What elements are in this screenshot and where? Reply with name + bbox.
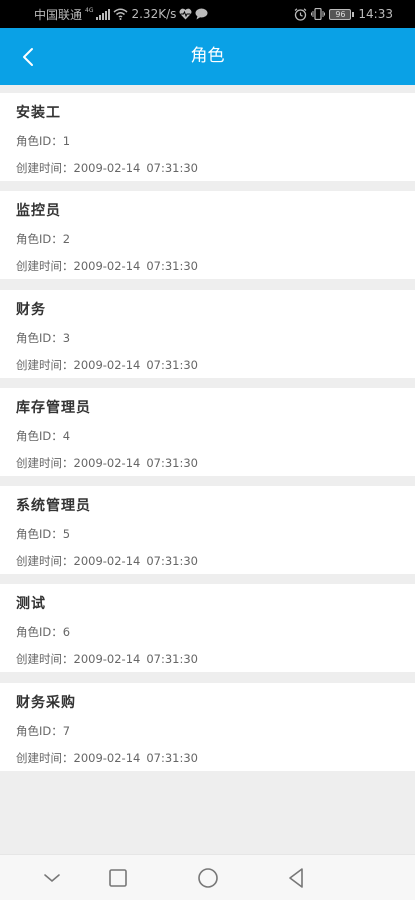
role-id-label: 角色ID： <box>16 232 63 247</box>
created-time-label: 创建时间： <box>16 455 74 470</box>
created-time-label: 创建时间： <box>16 259 74 274</box>
role-created-time: 创建时间：2009-02-14 07:31:30 <box>16 651 198 667</box>
role-id-label: 角色ID： <box>16 134 63 148</box>
role-name: 财务 <box>16 301 46 318</box>
role-name: 安装工 <box>16 105 61 121</box>
nav-home-button[interactable] <box>195 865 221 891</box>
created-clock-value: 07:31:30 <box>146 259 198 274</box>
created-time-label: 创建时间： <box>16 750 74 765</box>
vibrate-icon <box>311 8 326 20</box>
chevron-left-icon <box>21 47 35 67</box>
role-id-value: 5 <box>62 527 71 542</box>
created-clock-value: 07:31:30 <box>146 455 198 470</box>
nav-collapse-button[interactable] <box>39 865 65 891</box>
role-name: 监控员 <box>16 203 61 220</box>
battery-level: 96 <box>329 8 352 20</box>
role-id-value: 4 <box>62 428 71 443</box>
role-name: 财务采购 <box>16 694 76 711</box>
health-heart-icon <box>179 8 192 20</box>
wifi-icon <box>113 8 128 20</box>
system-nav-bar <box>0 854 415 900</box>
status-left: 中国联通 4G 2.32K/s <box>34 0 208 28</box>
role-id-label: 角色ID： <box>16 330 63 345</box>
created-date-value: 2009-02-14 <box>73 455 141 470</box>
created-date-value: 2009-02-14 <box>73 652 141 667</box>
role-created-time: 创建时间：2009-02-14 07:31:30 <box>16 160 198 176</box>
role-created-time: 创建时间：2009-02-14 07:31:30 <box>16 357 198 373</box>
page-title: 角色 <box>190 46 225 66</box>
role-card[interactable]: 系统管理员 角色ID：5 创建时间：2009-02-14 07:31:30 <box>0 486 415 575</box>
role-name: 系统管理员 <box>16 498 91 515</box>
role-name: 库存管理员 <box>16 399 91 416</box>
network-speed-label: 2.32K/s <box>131 7 177 21</box>
created-date-value: 2009-02-14 <box>73 357 141 372</box>
created-time-label: 创建时间： <box>16 554 74 569</box>
role-id: 角色ID：2 <box>16 231 70 247</box>
triangle-back-icon <box>286 867 306 889</box>
clock-label: 14:33 <box>358 7 393 21</box>
alarm-clock-icon <box>294 7 307 21</box>
created-time-label: 创建时间： <box>16 161 74 175</box>
message-bubble-icon <box>195 8 208 20</box>
role-id-value: 1 <box>62 134 71 148</box>
carrier-label: 中国联通 <box>34 7 83 22</box>
role-list: 安装工 角色ID：1 创建时间：2009-02-14 07:31:30 监控员 角… <box>0 93 415 781</box>
created-clock-value: 07:31:30 <box>146 750 198 765</box>
created-date-value: 2009-02-14 <box>73 750 141 765</box>
created-clock-value: 07:31:30 <box>146 554 198 569</box>
nav-back-button[interactable] <box>283 865 309 891</box>
role-id: 角色ID：4 <box>16 428 70 444</box>
role-card[interactable]: 财务 角色ID：3 创建时间：2009-02-14 07:31:30 <box>0 289 415 378</box>
role-name: 测试 <box>16 596 46 613</box>
role-card[interactable]: 库存管理员 角色ID：4 创建时间：2009-02-14 07:31:30 <box>0 387 415 476</box>
role-created-time: 创建时间：2009-02-14 07:31:30 <box>16 553 198 569</box>
role-id: 角色ID：6 <box>16 624 70 640</box>
created-time-label: 创建时间： <box>16 652 74 667</box>
role-card[interactable]: 监控员 角色ID：2 创建时间：2009-02-14 07:31:30 <box>0 191 415 280</box>
circle-icon <box>197 867 219 889</box>
role-id: 角色ID：3 <box>16 330 70 346</box>
created-time-label: 创建时间： <box>16 357 74 372</box>
role-card[interactable]: 安装工 角色ID：1 创建时间：2009-02-14 07:31:30 <box>0 93 415 181</box>
role-id-value: 2 <box>62 232 71 247</box>
created-clock-value: 07:31:30 <box>146 652 198 667</box>
network-type-label: 4G <box>85 7 94 14</box>
app-header: 角色 <box>0 28 415 85</box>
status-right: 96 14:33 <box>294 0 393 28</box>
created-date-value: 2009-02-14 <box>73 259 141 274</box>
role-card[interactable]: 测试 角色ID：6 创建时间：2009-02-14 07:31:30 <box>0 584 415 673</box>
signal-icon <box>96 8 111 20</box>
role-id-label: 角色ID： <box>16 625 63 640</box>
chevron-down-icon <box>43 872 61 884</box>
created-clock-value: 07:31:30 <box>146 357 198 372</box>
role-id-value: 6 <box>62 625 71 640</box>
role-created-time: 创建时间：2009-02-14 07:31:30 <box>16 258 198 274</box>
status-bar: 中国联通 4G 2.32K/s 96 14:33 <box>0 0 415 28</box>
role-id-label: 角色ID： <box>16 527 63 542</box>
created-date-value: 2009-02-14 <box>73 161 141 175</box>
role-id: 角色ID：1 <box>16 133 70 149</box>
role-card[interactable]: 财务采购 角色ID：7 创建时间：2009-02-14 07:31:30 <box>0 682 415 771</box>
role-id-value: 3 <box>62 330 71 345</box>
square-icon <box>108 868 128 888</box>
role-created-time: 创建时间：2009-02-14 07:31:30 <box>16 455 198 471</box>
role-id: 角色ID：5 <box>16 526 70 542</box>
role-id-label: 角色ID： <box>16 428 63 443</box>
role-id: 角色ID：7 <box>16 723 70 739</box>
battery-icon: 96 <box>329 8 355 20</box>
back-button[interactable] <box>8 28 48 85</box>
nav-recents-button[interactable] <box>105 865 131 891</box>
role-id-label: 角色ID： <box>16 723 63 738</box>
role-id-value: 7 <box>62 723 71 738</box>
role-created-time: 创建时间：2009-02-14 07:31:30 <box>16 750 198 766</box>
created-clock-value: 07:31:30 <box>146 161 198 175</box>
created-date-value: 2009-02-14 <box>73 554 141 569</box>
